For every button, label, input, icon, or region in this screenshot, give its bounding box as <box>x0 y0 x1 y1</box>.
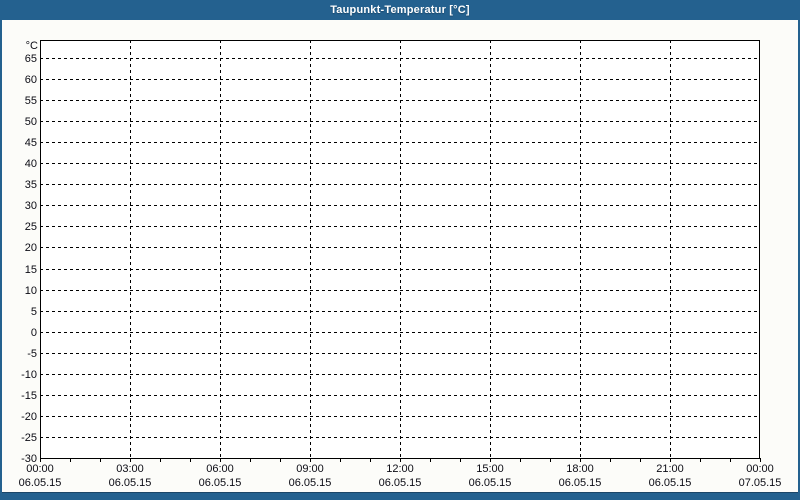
x-tick-date-label: 06.05.15 <box>109 477 152 489</box>
x-tick-time-label: 18:00 <box>566 463 594 475</box>
y-tick-label: 65 <box>25 53 37 65</box>
x-tick-date-label: 06.05.15 <box>469 477 512 489</box>
x-tick-date-label: 06.05.15 <box>379 477 422 489</box>
x-tick-date-label: 06.05.15 <box>649 477 692 489</box>
y-tick-label: 10 <box>25 285 37 297</box>
y-tick-label: -20 <box>21 411 37 423</box>
window-title: Taupunkt-Temperatur [°C] <box>330 4 470 16</box>
y-tick-label: 45 <box>25 137 37 149</box>
y-tick-label: -25 <box>21 432 37 444</box>
y-tick-label: 20 <box>25 242 37 254</box>
chart-content: 65 60 55 50 45 40 35 30 25 20 15 10 5 0 -5 -10 -15 -20 -25… <box>2 20 798 493</box>
x-tick-time-label: 03:00 <box>116 463 144 475</box>
x-tick-time-label: 09:00 <box>296 463 324 475</box>
y-tick-label: 40 <box>25 158 37 170</box>
chart: 65605550454035302520151050-5-10-15-20-25… <box>19 40 782 489</box>
x-tick-time-label: 12:00 <box>386 463 414 475</box>
x-tick-date-label: 06.05.15 <box>19 477 62 489</box>
y-tick-label: 50 <box>25 116 37 128</box>
x-tick-time-label: 00:00 <box>746 463 774 475</box>
y-axis-unit-label: °C <box>26 40 38 52</box>
x-tick-date-label: 06.05.15 <box>289 477 332 489</box>
chart-window: Taupunkt-Temperatur [°C] 65 60 55 50 45 40 35 3… <box>0 0 800 500</box>
y-tick-label: 25 <box>25 221 37 233</box>
y-tick-label: -5 <box>27 348 37 360</box>
x-tick-time-label: 00:00 <box>26 463 54 475</box>
x-tick-date-label: 07.05.15 <box>739 477 782 489</box>
x-tick-date-label: 06.05.15 <box>559 477 602 489</box>
y-tick-label: 5 <box>31 306 37 318</box>
y-tick-label: 35 <box>25 179 37 191</box>
y-tick-label: -10 <box>21 369 37 381</box>
y-tick-label: 55 <box>25 95 37 107</box>
x-tick-time-label: 21:00 <box>656 463 684 475</box>
x-tick-time-label: 06:00 <box>206 463 234 475</box>
x-tick-date-label: 06.05.15 <box>199 477 242 489</box>
y-tick-label: 0 <box>31 327 37 339</box>
y-tick-label: 60 <box>25 74 37 86</box>
y-tick-label: 15 <box>25 264 37 276</box>
y-tick-label: 30 <box>25 200 37 212</box>
y-tick-label: -15 <box>21 390 37 402</box>
x-tick-time-label: 15:00 <box>476 463 504 475</box>
title-bar[interactable]: Taupunkt-Temperatur [°C] <box>0 0 800 20</box>
